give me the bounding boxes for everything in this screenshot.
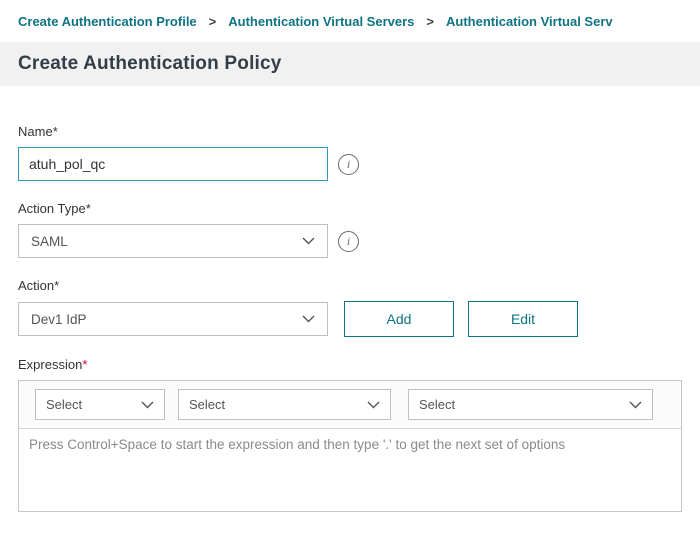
action-select[interactable]: Dev1 IdP [18,302,328,336]
breadcrumb: Create Authentication Profile > Authenti… [0,0,700,42]
expression-label-text: Expression [18,357,82,372]
expression-toolbar: Select Select Select [19,381,681,429]
chevron-down-icon [302,237,315,245]
action-type-label-text: Action Type [18,201,86,216]
expression-select-2[interactable]: Select [178,389,391,420]
chevron-down-icon [367,401,380,409]
name-row: i [18,147,682,181]
expression-input[interactable] [19,429,681,511]
action-type-required-asterisk: * [86,201,91,216]
breadcrumb-separator-icon: > [209,14,217,29]
expression-builder: Select Select Select [18,380,682,512]
breadcrumb-link-create-authentication-profile[interactable]: Create Authentication Profile [18,14,197,29]
action-required-asterisk: * [54,278,59,293]
chevron-down-icon [302,315,315,323]
breadcrumb-link-authentication-virtual-server-detail[interactable]: Authentication Virtual Serv [446,14,613,29]
page-title: Create Authentication Policy [18,53,282,75]
breadcrumb-link-authentication-virtual-servers[interactable]: Authentication Virtual Servers [228,14,414,29]
header-bar: Create Authentication Policy [0,42,700,86]
name-required-asterisk: * [53,124,58,139]
info-icon[interactable]: i [338,231,359,252]
expression-select-1-value: Select [46,397,82,412]
breadcrumb-separator-icon: > [426,14,434,29]
action-label-text: Action [18,278,54,293]
name-label-text: Name [18,124,53,139]
expression-select-1[interactable]: Select [35,389,165,420]
action-row: Dev1 IdP Add Edit [18,301,682,337]
name-label: Name* [18,124,682,139]
chevron-down-icon [629,401,642,409]
chevron-down-icon [141,401,154,409]
info-icon[interactable]: i [338,154,359,175]
expression-required-asterisk: * [82,357,87,372]
expression-label: Expression* [18,357,682,372]
action-selected-value: Dev1 IdP [31,312,87,327]
action-type-label: Action Type* [18,201,682,216]
edit-button[interactable]: Edit [468,301,578,337]
action-type-row: SAML i [18,224,682,258]
action-type-selected-value: SAML [31,234,68,249]
expression-select-3[interactable]: Select [408,389,653,420]
name-input[interactable] [18,147,328,181]
action-type-select[interactable]: SAML [18,224,328,258]
create-authentication-policy-form: Name* i Action Type* SAML i Action* Dev1… [0,124,700,512]
add-button[interactable]: Add [344,301,454,337]
expression-select-3-value: Select [419,397,455,412]
expression-select-2-value: Select [189,397,225,412]
action-label: Action* [18,278,682,293]
